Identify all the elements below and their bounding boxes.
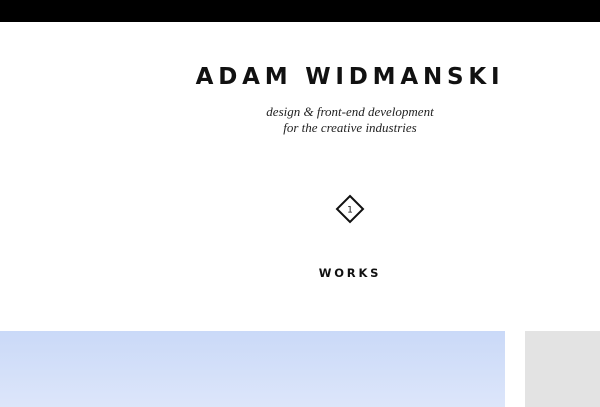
tagline-line-1: design & front-end development <box>266 104 434 119</box>
tagline-line-2: for the creative industries <box>283 120 417 135</box>
section-number-diamond-icon: 1 <box>335 194 365 224</box>
section-title-works: WORKS <box>318 266 382 280</box>
site-tagline: design & front-end development for the c… <box>266 104 433 136</box>
work-thumbnail-sky[interactable] <box>0 331 505 407</box>
top-bar <box>0 0 600 22</box>
work-thumbnail-gray[interactable] <box>525 331 600 407</box>
site-title[interactable]: ADAM WIDMANSKI <box>196 66 505 89</box>
section-number: 1 <box>347 206 353 216</box>
